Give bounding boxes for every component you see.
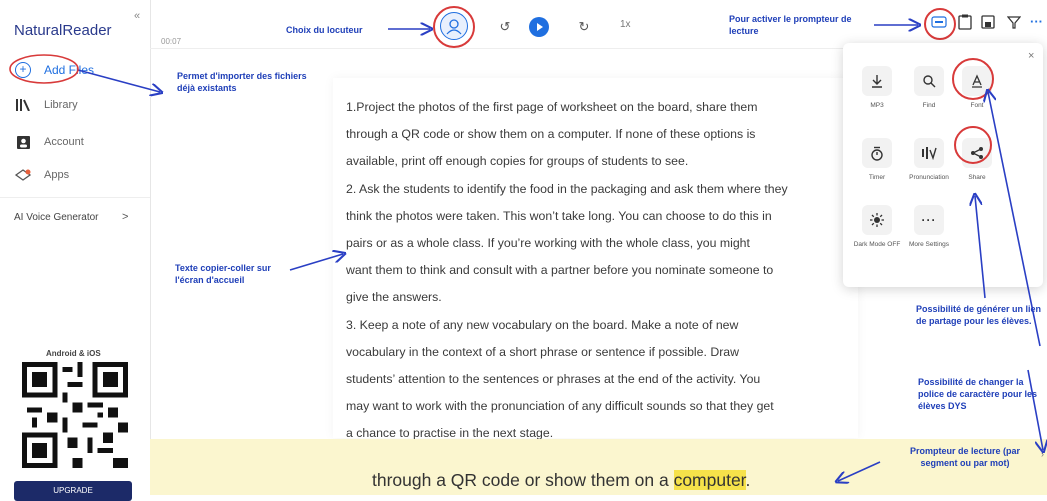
annotation-red-circle (9, 54, 79, 84)
annotation-arrows (9, 0, 1047, 495)
